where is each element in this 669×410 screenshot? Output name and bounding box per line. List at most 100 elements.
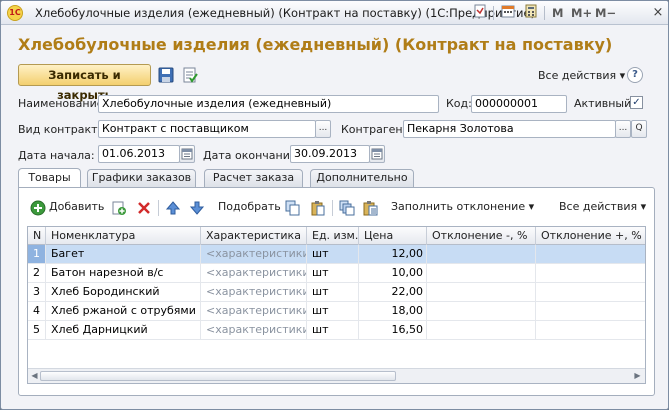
post-document-icon[interactable] [182,67,198,83]
table-all-actions-menu[interactable]: Все действия ▾ [559,200,646,213]
copy-row-icon[interactable] [111,200,127,216]
scroll-right-icon[interactable]: ▶ [632,371,643,381]
counterparty-open-button[interactable]: Q [631,120,647,138]
tab-additional[interactable]: Дополнительно [310,169,414,187]
table-row[interactable]: 4 Хлеб ржаной с отрубями <характеристики… [28,302,645,321]
all-actions-menu[interactable]: Все действия ▾ [538,69,625,82]
contract-type-select-button[interactable]: ... [315,120,331,138]
cell-price[interactable]: 16,50 [359,321,427,339]
cell-deviation-plus[interactable] [536,283,645,301]
column-header-item[interactable]: Номенклатура [46,227,201,245]
cell-unit[interactable]: шт [307,245,359,263]
contract-type-field[interactable]: Контракт с поставщиком [98,120,316,138]
memory-m-button[interactable]: M [552,6,563,20]
title-bar: 1С Хлебобулочные изделия (ежедневный) (К… [1,1,668,25]
cell-characteristic[interactable]: <характеристики... [201,321,307,339]
title-separator [493,6,494,20]
cell-deviation-minus[interactable] [427,264,536,282]
cell-characteristic[interactable]: <характеристики... [201,283,307,301]
copy-multiple-icon[interactable] [339,200,355,216]
bookmark-icon[interactable] [471,4,489,22]
table-header: N Номенклатура Характеристика Ед. изм. Ц… [28,227,645,245]
tab-order-calculation[interactable]: Расчет заказа [204,169,303,187]
cell-item[interactable]: Хлеб ржаной с отрубями [46,302,201,320]
pick-button[interactable]: Подобрать [218,200,281,213]
cell-price[interactable]: 12,00 [359,245,427,263]
help-icon[interactable]: ? [627,67,643,83]
cell-item[interactable]: Багет [46,245,201,263]
toolbar-separator [332,200,333,216]
column-header-n[interactable]: N [28,227,46,245]
name-label: Наименование: [18,97,108,110]
calendar-icon[interactable] [179,145,195,163]
calculator-icon[interactable] [522,4,540,22]
save-and-close-button[interactable]: Записать и закрыть [18,64,151,102]
cell-item[interactable]: Хлеб Дарницкий [46,321,201,339]
cell-item[interactable]: Хлеб Бородинский [46,283,201,301]
cell-price[interactable]: 18,00 [359,302,427,320]
horizontal-scrollbar[interactable]: ◀ ▶ [28,368,645,383]
memory-plus-button[interactable]: M+ [571,6,592,20]
start-date-field[interactable]: 01.06.2013 [98,145,180,163]
cell-item[interactable]: Батон нарезной в/с [46,264,201,282]
cell-characteristic[interactable]: <характеристики... [201,264,307,282]
close-icon[interactable]: × [650,4,666,22]
tab-goods[interactable]: Товары [18,168,81,187]
cell-characteristic[interactable]: <характеристики... [201,302,307,320]
cell-deviation-plus[interactable] [536,302,645,320]
column-header-deviation-minus[interactable]: Отклонение -, % [427,227,536,245]
column-header-characteristic[interactable]: Характеристика [201,227,307,245]
table-toolbar: Добавить Подобрать Заполнить отклонение … [19,188,654,226]
scroll-thumb[interactable] [40,371,396,381]
row-number: 4 [28,302,46,320]
cell-deviation-plus[interactable] [536,264,645,282]
contract-type-label: Вид контракта: [18,123,108,136]
table-row[interactable]: 3 Хлеб Бородинский <характеристики... шт… [28,283,645,302]
code-field[interactable]: 000000001 [471,95,567,113]
table-row[interactable]: 2 Батон нарезной в/с <характеристики... … [28,264,645,283]
cell-deviation-minus[interactable] [427,283,536,301]
row-number: 2 [28,264,46,282]
delete-icon[interactable] [136,200,152,216]
table-row[interactable]: 5 Хлеб Дарницкий <характеристики... шт 1… [28,321,645,340]
app-logo-icon[interactable]: 1С [7,5,23,21]
cell-unit[interactable]: шт [307,321,359,339]
cell-deviation-minus[interactable] [427,321,536,339]
cell-deviation-plus[interactable] [536,321,645,339]
window-title: Хлебобулочные изделия (ежедневный) (Конт… [35,6,536,20]
memory-minus-button[interactable]: M− [595,6,616,20]
add-icon[interactable] [30,200,46,216]
move-down-icon[interactable] [189,200,205,216]
title-separator [544,6,545,20]
paste-multiple-icon[interactable] [363,200,379,216]
counterparty-select-button[interactable]: ... [615,120,631,138]
end-date-field[interactable]: 30.09.2013 [290,145,370,163]
active-checkbox[interactable]: ✓ [630,96,643,109]
fill-deviation-menu[interactable]: Заполнить отклонение ▾ [391,200,534,213]
cell-unit[interactable]: шт [307,264,359,282]
name-field[interactable]: Хлебобулочные изделия (ежедневный) [98,95,439,113]
table-row[interactable]: 1 Багет <характеристики... шт 12,00 [28,245,645,264]
add-button[interactable]: Добавить [49,200,104,213]
column-header-deviation-plus[interactable]: Отклонение +, % [536,227,645,245]
calendar-icon[interactable] [499,4,517,22]
scroll-left-icon[interactable]: ◀ [29,371,40,381]
cell-deviation-minus[interactable] [427,245,536,263]
column-header-unit[interactable]: Ед. изм. [307,227,359,245]
tab-order-schedules[interactable]: Графики заказов [87,169,196,187]
save-icon[interactable] [158,67,174,83]
move-up-icon[interactable] [165,200,181,216]
copy-icon[interactable] [285,200,301,216]
counterparty-field[interactable]: Пекарня Золотова [403,120,616,138]
cell-unit[interactable]: шт [307,302,359,320]
cell-price[interactable]: 10,00 [359,264,427,282]
paste-icon[interactable] [310,200,326,216]
start-date-label: Дата начала: [18,149,95,162]
calendar-icon[interactable] [369,145,385,163]
cell-price[interactable]: 22,00 [359,283,427,301]
cell-deviation-plus[interactable] [536,245,645,263]
cell-characteristic[interactable]: <характеристики... [201,245,307,263]
cell-deviation-minus[interactable] [427,302,536,320]
cell-unit[interactable]: шт [307,283,359,301]
column-header-price[interactable]: Цена [359,227,427,245]
